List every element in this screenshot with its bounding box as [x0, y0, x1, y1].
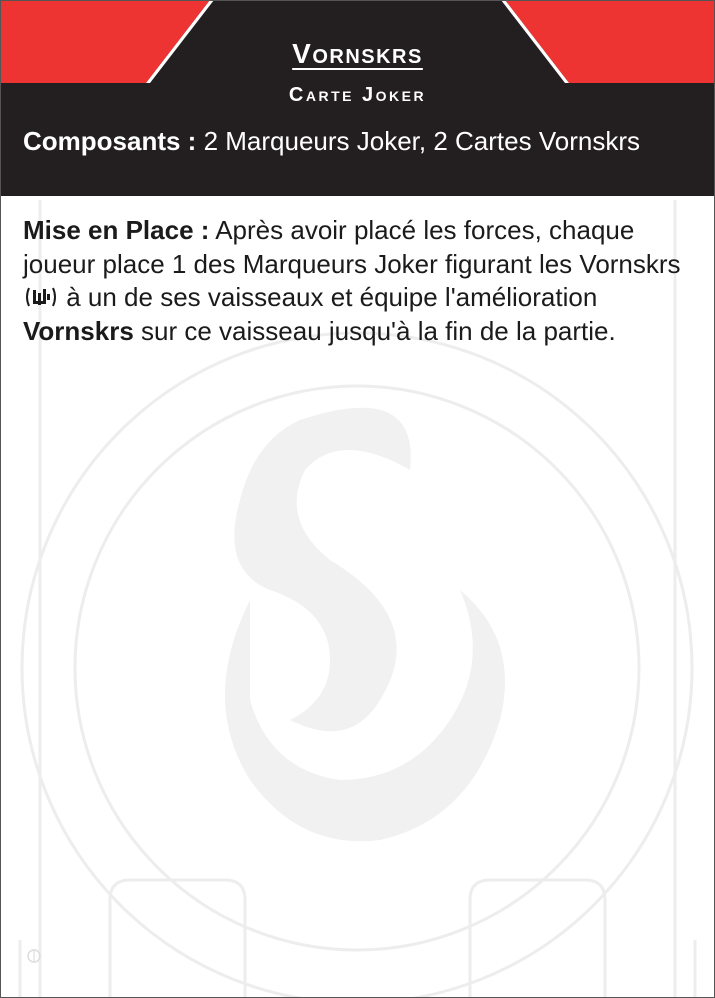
- components-value: 2 Marqueurs Joker, 2 Cartes Vornskrs: [203, 126, 640, 156]
- setup-label: Mise en Place :: [23, 215, 210, 245]
- card-subtitle: Carte Joker: [288, 84, 427, 106]
- components-line: Composants : 2 Marqueurs Joker, 2 Cartes…: [23, 124, 703, 158]
- joker-card: Vornskrs Carte Joker Composants : 2 Marq…: [0, 0, 715, 998]
- components-label: Composants :: [23, 126, 197, 156]
- corner-emblem-icon: [27, 949, 41, 963]
- setup-upgrade-name: Vornskrs: [23, 315, 134, 346]
- setup-text-2: à un de ses vaisseaux et équipe l'amélio…: [66, 282, 598, 312]
- card-title: Vornskrs: [292, 38, 423, 69]
- vornskr-joker-icon: [26, 287, 56, 307]
- setup-text-3: sur ce vaisseau jusqu'à la fin de la par…: [141, 315, 616, 346]
- card-header: Vornskrs Carte Joker Composants : 2 Marq…: [0, 0, 715, 196]
- setup-rules: Mise en Place : Après avoir placé les fo…: [23, 214, 693, 348]
